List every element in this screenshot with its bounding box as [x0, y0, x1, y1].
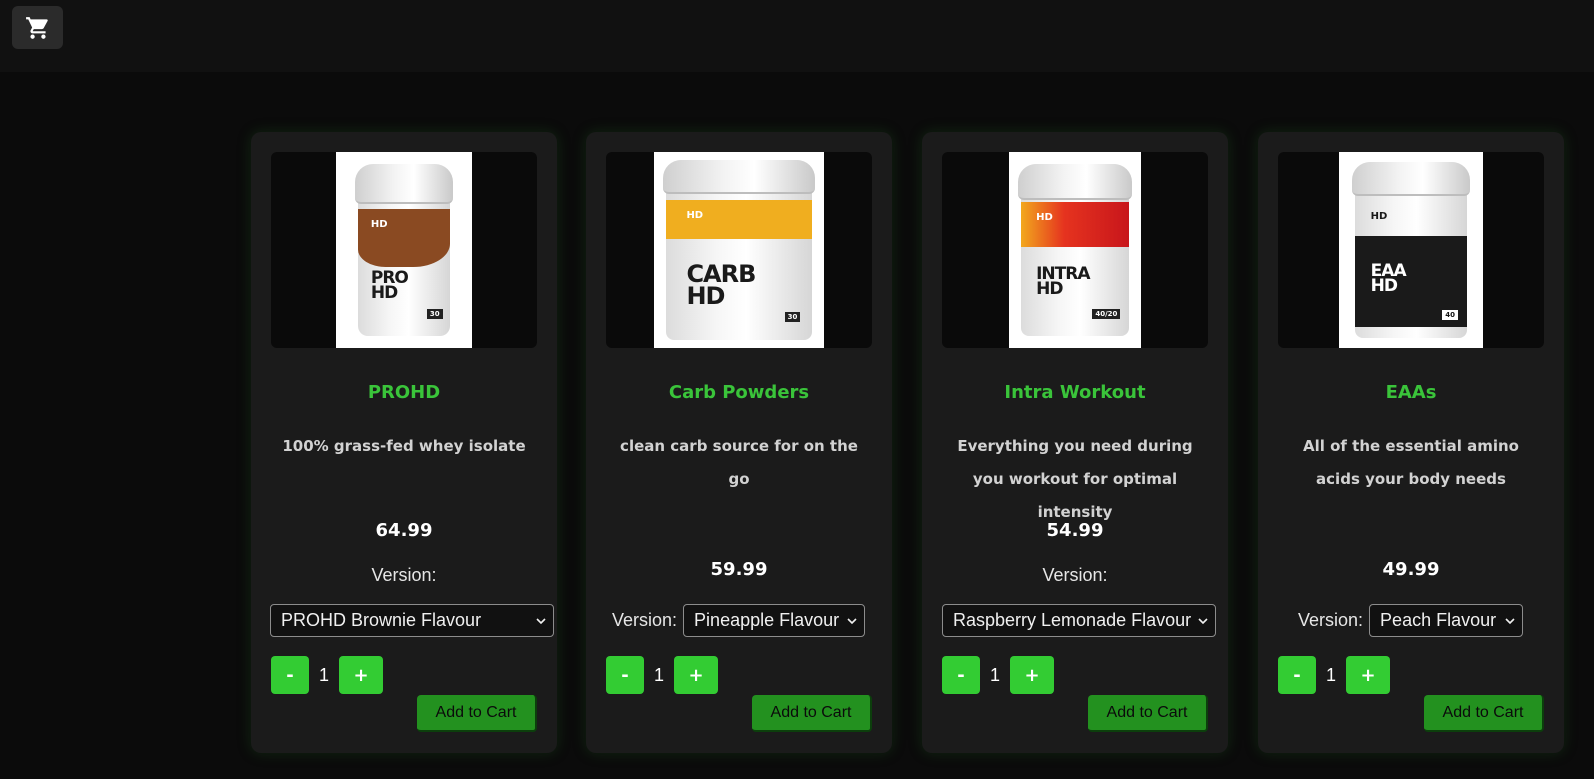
package-brand: HD — [370, 219, 388, 231]
add-to-cart-button[interactable]: Add to Cart — [1424, 695, 1544, 732]
decrease-quantity-button[interactable]: - — [606, 656, 644, 694]
package-product-name: PRO HD — [370, 267, 409, 303]
product-image: HD EAA HD 40 — [1339, 152, 1483, 348]
increase-quantity-button[interactable]: + — [339, 656, 383, 694]
product-description: 100% grass-fed whey isolate — [282, 437, 526, 455]
product-card-intra-workout: HD INTRA HD 40/20 Intra Workout Everythi… — [922, 132, 1228, 753]
package-lid — [1352, 162, 1470, 196]
package-brand: HD — [686, 210, 704, 222]
product-title: EAAs — [1385, 382, 1437, 403]
quantity-value: 1 — [989, 664, 1000, 685]
product-card-carb-powders: HD CARB HD 30 Carb Powders clean carb so… — [586, 132, 892, 753]
quantity-value: 1 — [318, 664, 329, 685]
product-description: Everything you need during you workout f… — [957, 437, 1193, 521]
version-row: Raspberry Lemonade Flavour — [942, 604, 1216, 637]
product-price: 64.99 — [375, 520, 433, 541]
quantity-value: 1 — [1325, 664, 1336, 685]
package-serving-count: 30 — [426, 308, 443, 319]
package-lid — [663, 160, 815, 195]
cart-button[interactable] — [12, 6, 63, 49]
package-serving-count: 40/20 — [1092, 308, 1121, 319]
chevron-down-icon — [536, 618, 546, 625]
version-label: Version: — [612, 610, 678, 630]
add-to-cart-button[interactable]: Add to Cart — [752, 695, 872, 732]
quantity-stepper: - 1 + — [606, 656, 718, 694]
product-description: clean carb source for on the go — [620, 437, 858, 488]
package-product-name: INTRA HD — [1036, 264, 1090, 300]
product-package: HD PRO HD 30 — [355, 164, 453, 336]
decrease-quantity-button[interactable]: - — [942, 656, 980, 694]
quantity-value: 1 — [653, 664, 664, 685]
package-brand: HD — [1370, 211, 1388, 223]
product-image: HD PRO HD 30 — [336, 152, 472, 348]
cart-icon — [25, 16, 48, 39]
product-image-frame: HD INTRA HD 40/20 — [942, 152, 1208, 348]
product-image-frame: HD CARB HD 30 — [606, 152, 872, 348]
version-select-value: PROHD Brownie Flavour — [281, 610, 482, 630]
package-band — [358, 208, 450, 268]
product-price: 49.99 — [1382, 559, 1440, 580]
quantity-stepper: - 1 + — [271, 656, 383, 694]
version-row: Version: Peach Flavour — [1298, 604, 1524, 637]
version-select[interactable]: Peach Flavour — [1369, 604, 1524, 637]
version-select[interactable]: Raspberry Lemonade Flavour — [942, 604, 1216, 637]
product-card-eaas: HD EAA HD 40 EAAs All of the essential a… — [1258, 132, 1564, 753]
add-to-cart-button[interactable]: Add to Cart — [1088, 695, 1208, 732]
package-serving-count: 30 — [784, 312, 801, 322]
version-select[interactable]: PROHD Brownie Flavour — [270, 604, 554, 637]
version-label: Version: — [1042, 565, 1108, 585]
product-package: HD CARB HD 30 — [663, 160, 815, 340]
version-label: Version: — [371, 565, 437, 585]
product-package: HD EAA HD 40 — [1352, 162, 1470, 338]
increase-quantity-button[interactable]: + — [674, 656, 718, 694]
product-image-frame: HD PRO HD 30 — [271, 152, 537, 348]
package-lid — [355, 164, 453, 204]
chevron-down-icon — [847, 618, 857, 625]
package-lid — [1018, 164, 1132, 201]
add-to-cart-button[interactable]: Add to Cart — [417, 695, 537, 732]
version-row: PROHD Brownie Flavour — [270, 604, 554, 637]
package-serving-count: 40 — [1442, 310, 1459, 321]
top-bar — [0, 0, 1594, 72]
product-card-prohd: HD PRO HD 30 PROHD 100% grass-fed whey i… — [251, 132, 557, 753]
quantity-stepper: - 1 + — [1278, 656, 1390, 694]
chevron-down-icon — [1505, 618, 1515, 625]
version-row: Version: Pineapple Flavour — [612, 604, 866, 637]
product-image-frame: HD EAA HD 40 — [1278, 152, 1544, 348]
chevron-down-icon — [1198, 618, 1208, 625]
product-title: PROHD — [367, 382, 441, 403]
decrease-quantity-button[interactable]: - — [271, 656, 309, 694]
product-title: Intra Workout — [1004, 382, 1146, 403]
version-label: Version: — [1298, 610, 1364, 630]
product-title: Carb Powders — [668, 382, 810, 403]
version-select-value: Peach Flavour — [1380, 610, 1497, 630]
version-select-value: Raspberry Lemonade Flavour — [953, 610, 1192, 630]
package-product-name: EAA HD — [1370, 261, 1407, 297]
increase-quantity-button[interactable]: + — [1010, 656, 1054, 694]
product-package: HD INTRA HD 40/20 — [1018, 164, 1132, 336]
version-select[interactable]: Pineapple Flavour — [683, 604, 866, 637]
package-product-name: CARB HD — [686, 260, 756, 310]
quantity-stepper: - 1 + — [942, 656, 1054, 694]
increase-quantity-button[interactable]: + — [1346, 656, 1390, 694]
version-select-value: Pineapple Flavour — [694, 610, 840, 630]
package-band — [1021, 201, 1129, 247]
product-price: 59.99 — [710, 559, 768, 580]
decrease-quantity-button[interactable]: - — [1278, 656, 1316, 694]
product-description: All of the essential amino acids your bo… — [1303, 437, 1519, 488]
package-brand: HD — [1036, 212, 1053, 224]
product-price: 54.99 — [1046, 520, 1104, 541]
product-image: HD INTRA HD 40/20 — [1009, 152, 1141, 348]
product-image: HD CARB HD 30 — [654, 152, 824, 348]
